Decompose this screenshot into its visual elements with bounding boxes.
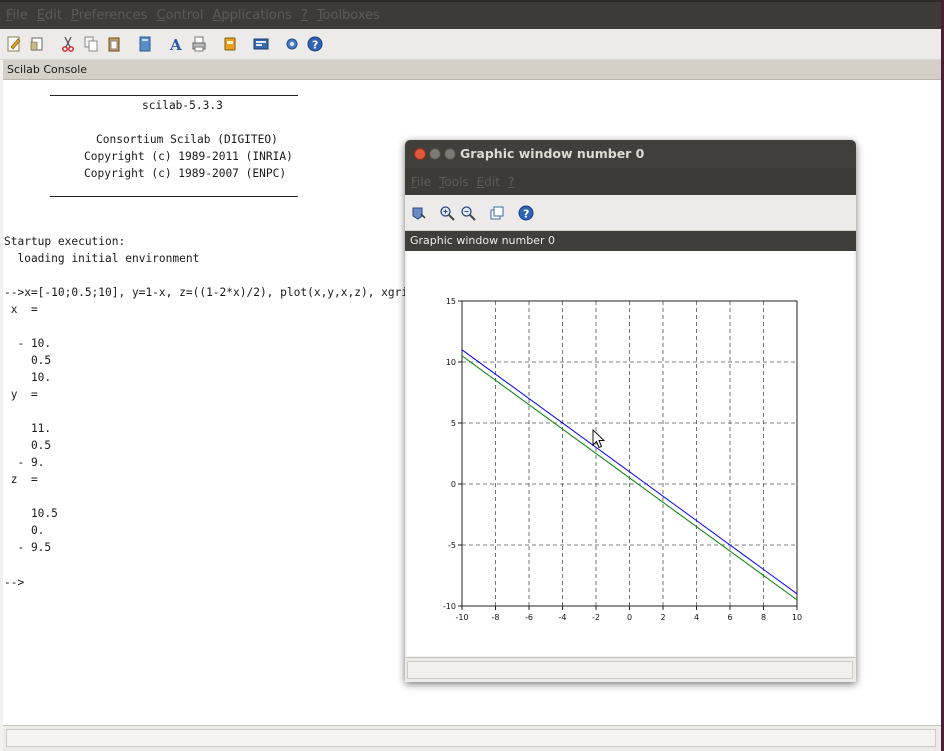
menu-toolboxes[interactable]: Toolboxes <box>317 8 380 23</box>
line-chart[interactable]: -10 -8 -6 -4 -2 0 2 4 6 8 10 -10 -5 0 5 10 15 <box>407 251 854 656</box>
graphic-window-title: Graphic window number 0 <box>460 146 645 161</box>
banner-divider <box>50 95 298 96</box>
x-tick-label: 2 <box>660 613 665 622</box>
cut-icon[interactable] <box>59 35 77 53</box>
z-value: 0. <box>4 524 45 537</box>
maximize-icon[interactable] <box>444 148 456 160</box>
close-icon[interactable] <box>414 148 426 160</box>
banner-version: scilab-5.3.3 <box>142 99 223 112</box>
x-tick-label: 8 <box>761 613 766 622</box>
menu-applications[interactable]: Applications <box>212 8 291 23</box>
y-tick-label: 0 <box>451 480 456 489</box>
menu-preferences[interactable]: Preferences <box>71 8 147 23</box>
x-tick-label: 0 <box>627 613 632 622</box>
x-tick-label: -6 <box>525 613 533 622</box>
zoom-out-icon[interactable] <box>459 204 477 222</box>
x-tick-label: 6 <box>727 613 732 622</box>
banner-divider <box>50 196 298 197</box>
y-tick-label: -10 <box>443 602 456 611</box>
z-header: z = <box>4 473 38 486</box>
x-tick-label: -8 <box>492 613 500 622</box>
z-value: 10.5 <box>4 507 58 520</box>
y-value: 11. <box>4 422 52 435</box>
graphic-window: Graphic window number 0 File Tools Edit? ?… <box>405 140 856 682</box>
y-value: 0.5 <box>4 439 52 452</box>
graphic-window-toolbar: ? <box>405 195 856 231</box>
banner-consortium: Consortium Scilab (DIGITEO) <box>96 133 278 146</box>
variable-browser-icon[interactable] <box>252 35 270 53</box>
svg-text:?: ? <box>523 207 529 220</box>
zoom-in-icon[interactable] <box>438 204 456 222</box>
graphic-menu-help[interactable]: ? <box>508 175 514 189</box>
y-header: y = <box>4 388 38 401</box>
x-tick-label: -2 <box>592 613 600 622</box>
rotate-icon[interactable] <box>409 204 427 222</box>
toolbar: A ? <box>0 29 941 60</box>
x-tick-label: 10 <box>792 613 802 622</box>
banner-copyright-inria: Copyright (c) 1989-2011 (INRIA) <box>84 150 293 163</box>
datatip-icon[interactable] <box>488 204 506 222</box>
x-tick-label: 4 <box>694 613 699 622</box>
demos-icon[interactable] <box>283 35 301 53</box>
mouse-cursor-icon <box>592 429 606 449</box>
graphic-menu-tools[interactable]: Tools <box>439 175 469 189</box>
menu-file[interactable]: File <box>6 8 28 23</box>
z-value: - 9.5 <box>4 541 52 554</box>
command-line: -->x=[-10;0.5;10], y=1-x, z=((1-2*x)/2),… <box>4 286 436 299</box>
menu-control[interactable]: Control <box>156 8 203 23</box>
file-browser-icon[interactable] <box>136 35 154 53</box>
clear-console-icon[interactable] <box>221 35 239 53</box>
console-prompt[interactable]: --> <box>4 574 24 591</box>
new-script-icon[interactable] <box>5 35 23 53</box>
graphic-menu-file[interactable]: File <box>411 175 431 189</box>
minimize-icon[interactable] <box>429 148 441 160</box>
status-bar <box>3 725 941 751</box>
open-icon[interactable] <box>28 35 46 53</box>
menu-edit[interactable]: Edit <box>37 8 62 23</box>
paste-icon[interactable] <box>105 35 123 53</box>
font-icon[interactable]: A <box>167 35 185 53</box>
x-tick-label: -4 <box>559 613 567 622</box>
help-icon[interactable]: ? <box>517 204 535 222</box>
graphic-window-menubar: File Tools Edit? <box>405 168 856 195</box>
x-value: - 10. <box>4 337 52 350</box>
y-value: - 9. <box>4 456 45 469</box>
plot-canvas[interactable]: -10 -8 -6 -4 -2 0 2 4 6 8 10 -10 -5 0 5 10 15 <box>407 251 854 656</box>
graphic-window-titlebar[interactable]: Graphic window number 0 <box>405 140 856 168</box>
startup-line: Startup execution: <box>4 235 126 248</box>
graphic-window-status-bar <box>405 657 856 682</box>
print-icon[interactable] <box>190 35 208 53</box>
graphic-window-subtitle: Graphic window number 0 <box>405 231 856 251</box>
help-icon[interactable]: ? <box>306 35 324 53</box>
svg-text:A: A <box>169 36 182 52</box>
y-tick-label: -5 <box>448 541 456 550</box>
banner-copyright-enpc: Copyright (c) 1989-2007 (ENPC) <box>84 167 287 180</box>
svg-text:?: ? <box>312 39 318 52</box>
y-tick-label: 10 <box>446 358 456 367</box>
console-title: Scilab Console <box>3 60 941 80</box>
copy-icon[interactable] <box>82 35 100 53</box>
y-tick-label: 5 <box>451 419 456 428</box>
menubar: File Edit Preferences Control Applications? T… <box>0 0 941 29</box>
x-header: x = <box>4 303 38 316</box>
graphic-menu-edit[interactable]: Edit <box>477 175 500 189</box>
y-tick-label: 15 <box>446 297 456 306</box>
x-tick-label: -10 <box>455 613 468 622</box>
x-value: 10. <box>4 371 52 384</box>
x-value: 0.5 <box>4 354 52 367</box>
menu-help[interactable]: ? <box>301 8 308 23</box>
loading-line: loading initial environment <box>4 252 200 265</box>
